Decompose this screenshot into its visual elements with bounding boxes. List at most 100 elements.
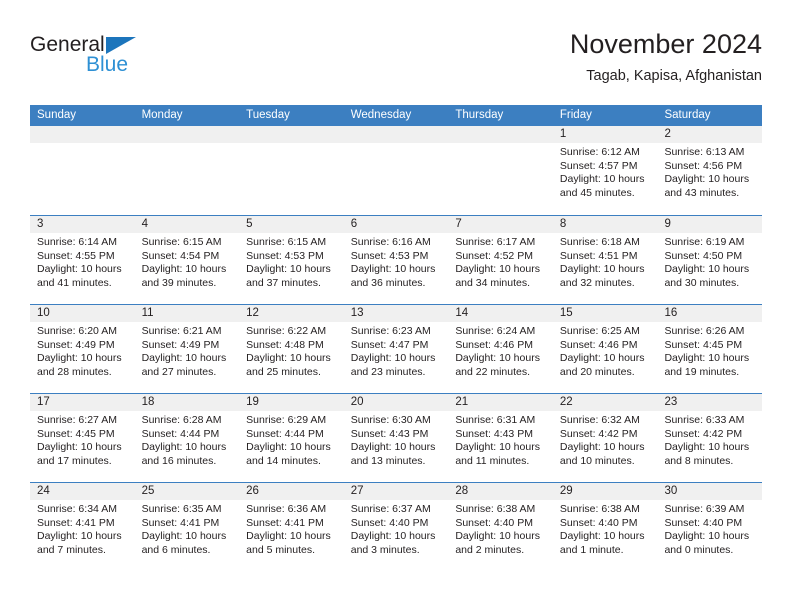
sunrise-time: Sunrise: 6:12 AM xyxy=(559,146,640,158)
sunset-time: Sunset: 4:55 PM xyxy=(37,249,115,262)
day-details: Sunrise: 6:13 AM Sunset: 4:56 PM Daylight:… xyxy=(657,143,762,200)
day-details: Sunrise: 6:20 AM Sunset: 4:49 PM Daylight:… xyxy=(30,322,135,379)
sunset-time: Sunset: 4:49 PM xyxy=(37,338,115,351)
calendar-day-cell[interactable]: 20 Sunrise: 6:30 AM Sunset: 4:43 PM Dayligh… xyxy=(343,394,449,482)
day-number: 2 xyxy=(657,126,763,143)
calendar-day-cell-empty xyxy=(239,126,344,215)
day-details: Sunrise: 6:25 AM Sunset: 4:46 PM Daylight:… xyxy=(553,322,658,379)
calendar-day-cell[interactable]: 18 Sunrise: 6:28 AM Sunset: 4:44 PM Dayligh… xyxy=(134,394,240,482)
sunset-time: Sunset: 4:57 PM xyxy=(559,159,638,172)
weekday-header-wednesday: Wednesday xyxy=(350,109,412,121)
general-blue-logo[interactable]: General Blue xyxy=(30,34,150,80)
day-details: Sunrise: 6:15 AM Sunset: 4:54 PM Daylight:… xyxy=(135,233,240,290)
calendar-day-cell[interactable]: 6 Sunrise: 6:16 AM Sunset: 4:53 PM Daylight… xyxy=(343,216,449,304)
daylight-duration-line2: and 28 minutes. xyxy=(37,365,112,378)
calendar-day-cell[interactable]: 24 Sunrise: 6:34 AM Sunset: 4:41 PM Dayligh… xyxy=(30,483,135,571)
daylight-duration-line2: and 7 minutes. xyxy=(37,543,106,556)
calendar-day-cell[interactable]: 7 Sunrise: 6:17 AM Sunset: 4:52 PM Daylight… xyxy=(448,216,553,304)
calendar-day-cell[interactable]: 3 Sunrise: 6:14 AM Sunset: 4:55 PM Daylight… xyxy=(30,216,135,304)
calendar-day-cell[interactable]: 11 Sunrise: 6:21 AM Sunset: 4:49 PM Dayligh… xyxy=(134,305,240,393)
calendar-day-cell[interactable]: 30 Sunrise: 6:39 AM Sunset: 4:40 PM Dayligh… xyxy=(657,483,763,571)
sunset-time: Sunset: 4:40 PM xyxy=(664,516,743,529)
calendar-day-cell[interactable]: 29 Sunrise: 6:38 AM Sunset: 4:40 PM Dayligh… xyxy=(552,483,658,571)
day-number: 19 xyxy=(239,394,344,411)
daylight-duration-line1: Daylight: 10 hours xyxy=(141,352,227,365)
weekday-header-thursday: Thursday xyxy=(455,109,504,121)
day-details: Sunrise: 6:12 AM Sunset: 4:57 PM Daylight:… xyxy=(553,143,658,200)
daylight-duration-line2: and 43 minutes. xyxy=(664,186,740,199)
day-details: Sunrise: 6:17 AM Sunset: 4:52 PM Daylight:… xyxy=(448,233,553,290)
sunset-time: Sunset: 4:41 PM xyxy=(246,516,324,529)
daylight-duration-line2: and 39 minutes. xyxy=(141,276,217,289)
sunrise-time: Sunrise: 6:26 AM xyxy=(664,325,745,337)
calendar-day-cell[interactable]: 10 Sunrise: 6:20 AM Sunset: 4:49 PM Dayligh… xyxy=(30,305,135,393)
calendar-day-cell[interactable]: 17 Sunrise: 6:27 AM Sunset: 4:45 PM Dayligh… xyxy=(30,394,135,482)
daylight-duration-line1: Daylight: 10 hours xyxy=(455,352,540,365)
sunrise-time: Sunrise: 6:17 AM xyxy=(455,236,536,248)
daylight-duration-line2: and 22 minutes. xyxy=(455,365,531,378)
daylight-duration-line1: Daylight: 10 hours xyxy=(559,352,645,365)
daylight-duration-line1: Daylight: 10 hours xyxy=(664,530,750,543)
calendar-day-cell[interactable]: 13 Sunrise: 6:23 AM Sunset: 4:47 PM Dayligh… xyxy=(343,305,449,393)
calendar-day-cell[interactable]: 16 Sunrise: 6:26 AM Sunset: 4:45 PM Dayligh… xyxy=(657,305,763,393)
calendar-day-cell[interactable]: 22 Sunrise: 6:32 AM Sunset: 4:42 PM Dayligh… xyxy=(552,394,658,482)
daylight-duration-line1: Daylight: 10 hours xyxy=(37,441,122,454)
day-number: 5 xyxy=(239,216,344,233)
calendar-day-cell[interactable]: 14 Sunrise: 6:24 AM Sunset: 4:46 PM Dayligh… xyxy=(448,305,553,393)
daylight-duration-line2: and 2 minutes. xyxy=(455,543,525,556)
calendar-day-cell[interactable]: 9 Sunrise: 6:19 AM Sunset: 4:50 PM Daylight… xyxy=(657,216,763,304)
calendar-day-cell[interactable]: 25 Sunrise: 6:35 AM Sunset: 4:41 PM Dayligh… xyxy=(134,483,240,571)
daylight-duration-line1: Daylight: 10 hours xyxy=(350,352,436,365)
daylight-duration-line1: Daylight: 10 hours xyxy=(37,352,122,365)
day-details: Sunrise: 6:23 AM Sunset: 4:47 PM Daylight:… xyxy=(344,322,449,379)
sunrise-time: Sunrise: 6:27 AM xyxy=(37,414,117,426)
calendar-day-cell[interactable]: 5 Sunrise: 6:15 AM Sunset: 4:53 PM Daylight… xyxy=(239,216,344,304)
calendar-day-cell[interactable]: 12 Sunrise: 6:22 AM Sunset: 4:48 PM Dayligh… xyxy=(239,305,344,393)
sunrise-time: Sunrise: 6:34 AM xyxy=(37,503,117,515)
calendar-day-cell[interactable]: 15 Sunrise: 6:25 AM Sunset: 4:46 PM Dayligh… xyxy=(552,305,658,393)
calendar-day-cell[interactable]: 26 Sunrise: 6:36 AM Sunset: 4:41 PM Dayligh… xyxy=(239,483,344,571)
sunset-time: Sunset: 4:52 PM xyxy=(455,249,533,262)
daylight-duration-line1: Daylight: 10 hours xyxy=(664,263,750,276)
calendar-day-cell[interactable]: 2 Sunrise: 6:13 AM Sunset: 4:56 PM Daylight… xyxy=(657,126,763,215)
day-details: Sunrise: 6:39 AM Sunset: 4:40 PM Daylight:… xyxy=(657,500,762,557)
day-number: 17 xyxy=(30,394,135,411)
sunset-time: Sunset: 4:41 PM xyxy=(141,516,220,529)
sunset-time: Sunset: 4:40 PM xyxy=(559,516,638,529)
calendar-week-row: 3 Sunrise: 6:14 AM Sunset: 4:55 PM Daylight… xyxy=(30,215,763,304)
daylight-duration-line2: and 17 minutes. xyxy=(37,454,112,467)
calendar-day-cell[interactable]: 27 Sunrise: 6:37 AM Sunset: 4:40 PM Dayligh… xyxy=(343,483,449,571)
calendar-day-cell[interactable]: 21 Sunrise: 6:31 AM Sunset: 4:43 PM Dayligh… xyxy=(448,394,553,482)
sunset-time: Sunset: 4:43 PM xyxy=(455,427,533,440)
sunrise-time: Sunrise: 6:38 AM xyxy=(455,503,536,515)
logo-text-blue: Blue xyxy=(86,53,129,76)
daylight-duration-line1: Daylight: 10 hours xyxy=(350,263,436,276)
calendar-day-cell[interactable]: 19 Sunrise: 6:29 AM Sunset: 4:44 PM Dayligh… xyxy=(239,394,344,482)
daylight-duration-line2: and 36 minutes. xyxy=(350,276,426,289)
day-number: 9 xyxy=(657,216,763,233)
day-details: Sunrise: 6:26 AM Sunset: 4:45 PM Daylight:… xyxy=(657,322,762,379)
sunset-time: Sunset: 4:54 PM xyxy=(141,249,220,262)
weekday-header-sunday: Sunday xyxy=(37,109,77,121)
day-details: Sunrise: 6:19 AM Sunset: 4:50 PM Daylight:… xyxy=(657,233,762,290)
sunrise-time: Sunrise: 6:15 AM xyxy=(246,236,327,248)
sunrise-time: Sunrise: 6:38 AM xyxy=(559,503,640,515)
day-details: Sunrise: 6:34 AM Sunset: 4:41 PM Daylight:… xyxy=(30,500,135,557)
calendar-grid: Sunday Monday Tuesday Wednesday Thursday Frid… xyxy=(30,105,763,571)
daylight-duration-line2: and 30 minutes. xyxy=(664,276,740,289)
sunrise-time: Sunrise: 6:25 AM xyxy=(559,325,640,337)
calendar-day-cell[interactable]: 23 Sunrise: 6:33 AM Sunset: 4:42 PM Dayligh… xyxy=(657,394,763,482)
daylight-duration-line1: Daylight: 10 hours xyxy=(350,441,436,454)
sunrise-time: Sunrise: 6:30 AM xyxy=(350,414,431,426)
daylight-duration-line2: and 8 minutes. xyxy=(664,454,734,467)
sunset-time: Sunset: 4:42 PM xyxy=(559,427,638,440)
calendar-day-cell[interactable]: 1 Sunrise: 6:12 AM Sunset: 4:57 PM Daylight… xyxy=(552,126,658,215)
calendar-day-cell[interactable]: 8 Sunrise: 6:18 AM Sunset: 4:51 PM Daylight… xyxy=(552,216,658,304)
calendar-day-cell[interactable]: 4 Sunrise: 6:15 AM Sunset: 4:54 PM Daylight… xyxy=(134,216,240,304)
sunrise-time: Sunrise: 6:16 AM xyxy=(350,236,431,248)
calendar-day-cell[interactable]: 28 Sunrise: 6:38 AM Sunset: 4:40 PM Dayligh… xyxy=(448,483,553,571)
day-details: Sunrise: 6:37 AM Sunset: 4:40 PM Daylight:… xyxy=(344,500,449,557)
daylight-duration-line1: Daylight: 10 hours xyxy=(37,530,122,543)
daylight-duration-line1: Daylight: 10 hours xyxy=(455,263,540,276)
daylight-duration-line1: Daylight: 10 hours xyxy=(246,263,331,276)
